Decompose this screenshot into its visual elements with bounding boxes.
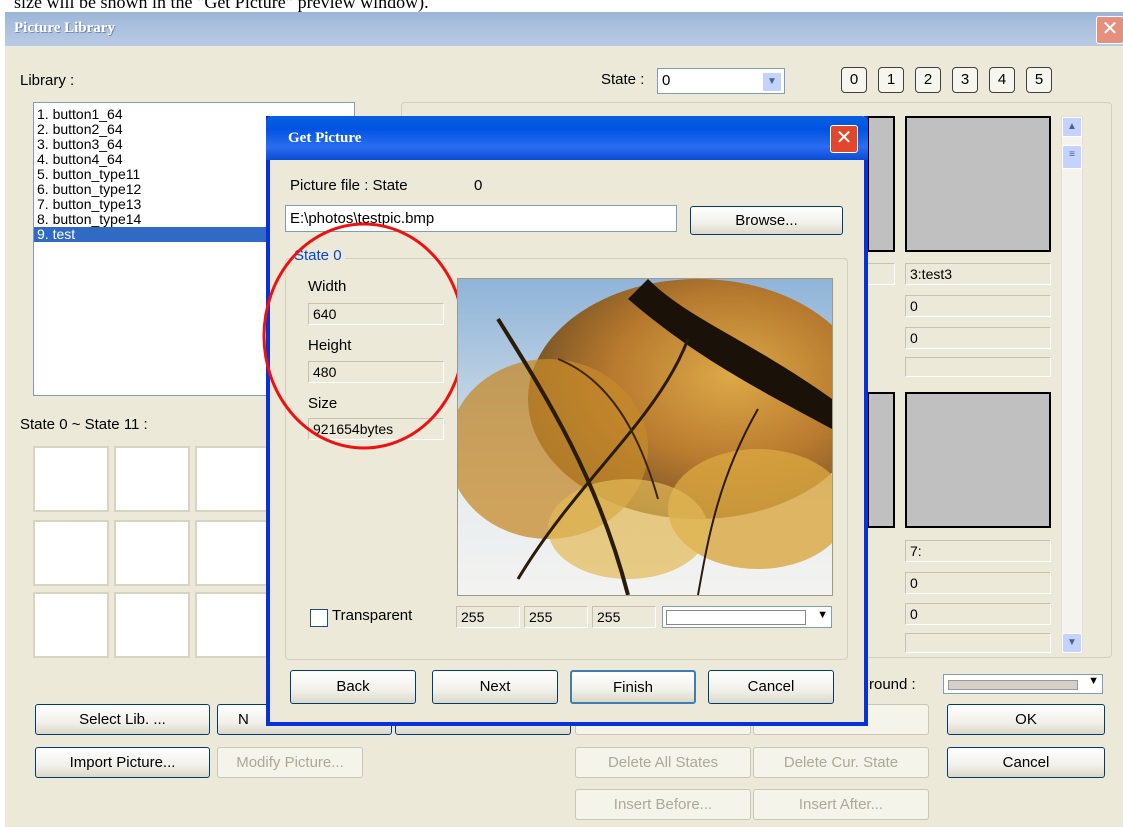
preview-name-field: 7: bbox=[905, 540, 1051, 562]
state-button-1[interactable]: 1 bbox=[878, 67, 904, 93]
state-thumbnail[interactable] bbox=[114, 592, 190, 658]
back-button[interactable]: Back bbox=[290, 670, 416, 704]
next-button[interactable]: Next bbox=[432, 670, 558, 704]
color-swatch bbox=[666, 610, 806, 625]
state-thumbnail[interactable] bbox=[33, 446, 109, 512]
delete-all-states-button[interactable]: Delete All States bbox=[575, 747, 751, 778]
state-preview-image bbox=[905, 116, 1051, 252]
transparent-color-select[interactable]: ▼ bbox=[662, 606, 832, 628]
chevron-down-icon: ▼ bbox=[1088, 675, 1099, 687]
state-range-label: State 0 ~ State 11 : bbox=[20, 416, 148, 433]
state-thumbnail[interactable] bbox=[114, 446, 190, 512]
preview-name-field: 3:test3 bbox=[905, 263, 1051, 285]
cancel-button[interactable]: Cancel bbox=[947, 747, 1105, 778]
close-icon[interactable]: ✕ bbox=[1096, 16, 1123, 44]
state-button-5[interactable]: 5 bbox=[1026, 67, 1052, 93]
state-preview-image bbox=[905, 392, 1051, 528]
import-picture-button[interactable]: Import Picture... bbox=[35, 747, 210, 778]
preview-value-field bbox=[905, 357, 1051, 377]
chevron-down-icon[interactable]: ▼ bbox=[762, 72, 782, 92]
preview-value-field: 0 bbox=[905, 295, 1051, 317]
green-value: 255 bbox=[524, 606, 588, 628]
state-thumbnail[interactable] bbox=[195, 520, 271, 586]
state-button-4[interactable]: 4 bbox=[989, 67, 1015, 93]
state-button-0[interactable]: 0 bbox=[841, 67, 867, 93]
window-title: Picture Library bbox=[14, 20, 115, 36]
highlight-ellipse bbox=[262, 222, 466, 450]
modify-picture-button[interactable]: Modify Picture... bbox=[217, 747, 363, 778]
picture-file-state: 0 bbox=[474, 177, 483, 194]
state-button-3[interactable]: 3 bbox=[952, 67, 978, 93]
color-swatch bbox=[948, 680, 1078, 690]
state-label: State : bbox=[601, 71, 645, 88]
get-picture-dialog: Get Picture ✕ Picture file : State 0 E:\… bbox=[262, 116, 868, 726]
dialog-title: Get Picture bbox=[288, 130, 362, 146]
state-select-value: 0 bbox=[662, 72, 671, 89]
background-label: round : bbox=[869, 676, 916, 693]
blue-value: 255 bbox=[592, 606, 656, 628]
scroll-down-icon[interactable]: ▼ bbox=[1062, 633, 1082, 653]
delete-cur-state-button[interactable]: Delete Cur. State bbox=[753, 747, 929, 778]
background-color-select[interactable]: ▼ bbox=[943, 674, 1103, 694]
picture-file-label: Picture file : State bbox=[290, 177, 408, 194]
state-thumbnail[interactable] bbox=[114, 520, 190, 586]
page-caption: size will be shown in the "Get Picture" … bbox=[14, 0, 429, 12]
state-thumbnail[interactable] bbox=[195, 592, 271, 658]
ok-button[interactable]: OK bbox=[947, 704, 1105, 735]
finish-button[interactable]: Finish bbox=[570, 670, 696, 704]
preview-value-field bbox=[905, 633, 1051, 653]
transparent-checkbox[interactable] bbox=[310, 609, 328, 627]
red-value: 255 bbox=[456, 606, 520, 628]
dialog-cancel-button[interactable]: Cancel bbox=[708, 670, 834, 704]
library-label: Library : bbox=[20, 72, 75, 89]
scroll-thumb[interactable]: ≡ bbox=[1062, 145, 1082, 169]
state-button-2[interactable]: 2 bbox=[915, 67, 941, 93]
select-lib-button[interactable]: Select Lib. ... bbox=[35, 704, 210, 735]
picture-preview-image bbox=[457, 278, 833, 596]
state-preview-image bbox=[867, 116, 895, 252]
insert-after-button[interactable]: Insert After... bbox=[753, 789, 929, 820]
preview-value-field: 0 bbox=[905, 327, 1051, 349]
browse-button[interactable]: Browse... bbox=[690, 206, 843, 235]
scroll-up-icon[interactable]: ▲ bbox=[1062, 117, 1082, 137]
state-thumbnail[interactable] bbox=[33, 592, 109, 658]
insert-before-button[interactable]: Insert Before... bbox=[575, 789, 751, 820]
title-bar: Picture Library bbox=[5, 12, 1123, 46]
dialog-title-bar: Get Picture ✕ bbox=[266, 116, 868, 160]
chevron-down-icon: ▼ bbox=[817, 609, 828, 621]
state-thumbnail[interactable] bbox=[33, 520, 109, 586]
state-preview-image bbox=[867, 392, 895, 528]
preview-value-field: 0 bbox=[905, 603, 1051, 625]
preview-scrollbar[interactable]: ▲ ≡ ▼ bbox=[1061, 116, 1083, 654]
preview-field bbox=[867, 263, 895, 285]
preview-value-field: 0 bbox=[905, 572, 1051, 594]
transparent-label: Transparent bbox=[332, 607, 413, 624]
close-icon[interactable]: ✕ bbox=[830, 125, 858, 153]
state-select[interactable]: 0 ▼ bbox=[657, 68, 785, 94]
